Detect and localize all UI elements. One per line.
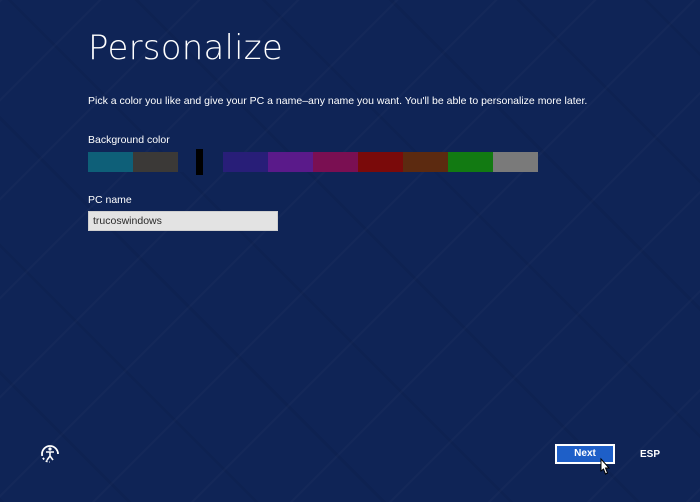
color-swatch-indigo[interactable] <box>223 152 268 172</box>
color-swatch-green[interactable] <box>448 152 493 172</box>
color-swatch-teal[interactable] <box>88 152 133 172</box>
color-swatch-crimson[interactable] <box>358 152 403 172</box>
pc-name-label: PC name <box>88 194 132 206</box>
ease-of-access-icon[interactable] <box>40 444 60 464</box>
color-swatch-magenta[interactable] <box>313 152 358 172</box>
next-button[interactable]: Next <box>555 444 615 464</box>
personalize-screen: Personalize Pick a color you like and gi… <box>0 0 700 502</box>
background-color-picker <box>88 149 538 175</box>
language-indicator[interactable]: ESP <box>640 449 660 460</box>
color-swatch-purple[interactable] <box>268 152 313 172</box>
page-subtitle: Pick a color you like and give your PC a… <box>88 95 588 107</box>
color-swatch-navy[interactable] <box>178 149 223 175</box>
background-pattern <box>0 0 700 502</box>
color-swatch-dark-olive[interactable] <box>133 152 178 172</box>
color-swatch-gray[interactable] <box>493 152 538 172</box>
pc-name-input[interactable] <box>88 211 278 231</box>
background-color-label: Background color <box>88 134 170 146</box>
page-title: Personalize <box>88 28 283 68</box>
color-swatch-brown[interactable] <box>403 152 448 172</box>
